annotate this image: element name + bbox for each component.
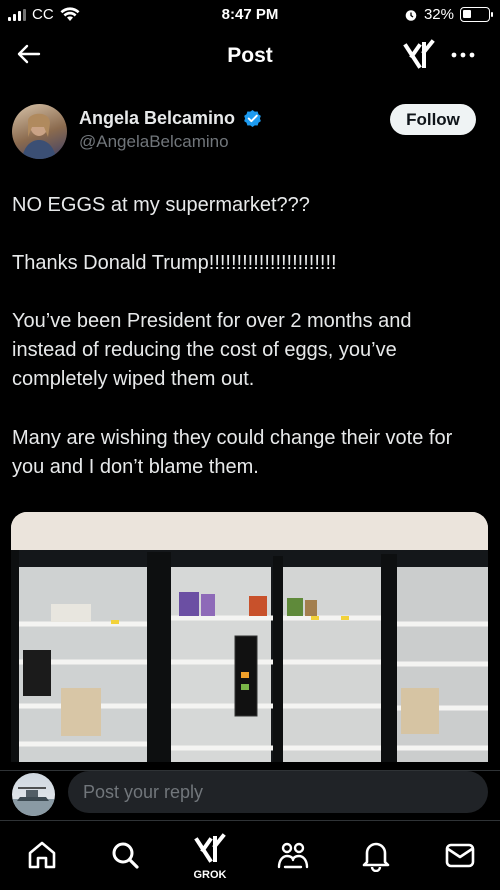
post-text-line: NO EGGS at my supermarket??? xyxy=(12,194,310,216)
avatar[interactable] xyxy=(12,104,67,159)
messages-icon[interactable] xyxy=(443,838,477,872)
alarm-icon xyxy=(405,9,417,21)
communities-icon[interactable] xyxy=(276,838,310,872)
grok-icon[interactable] xyxy=(402,38,436,72)
tab-bar xyxy=(0,820,500,890)
battery-icon xyxy=(460,7,493,22)
post-text-line: You’ve been President for over 2 months … xyxy=(12,310,412,332)
search-icon[interactable] xyxy=(108,838,142,872)
post-text-line: Many are wishing they could change their… xyxy=(12,427,453,449)
post-text-line: you and I don’t blame them. xyxy=(12,456,259,478)
author-handle[interactable]: @AngelaBelcamino xyxy=(79,132,229,152)
post-text-line: Thanks Donald Trump!!!!!!!!!!!!!!!!!!!!!… xyxy=(12,252,337,274)
post-text-line: completely wiped them out. xyxy=(12,368,255,390)
post-text-line: instead of reducing the cost of eggs, yo… xyxy=(12,339,397,361)
reply-input[interactable]: Post your reply xyxy=(68,771,488,813)
status-right: 32% xyxy=(404,6,493,23)
verified-badge-icon xyxy=(243,109,262,128)
grok-icon[interactable] xyxy=(193,832,227,866)
author-name[interactable]: Angela Belcamino xyxy=(79,108,235,129)
grok-label[interactable]: GROK xyxy=(185,869,235,881)
home-icon[interactable] xyxy=(25,838,59,872)
battery-percent: 32% xyxy=(423,6,454,23)
post-image[interactable] xyxy=(11,512,488,762)
reply-avatar[interactable] xyxy=(12,773,55,816)
notifications-icon[interactable] xyxy=(359,838,393,873)
status-bar: CC 8:47 PM 32% xyxy=(0,0,500,30)
more-icon[interactable] xyxy=(450,46,476,62)
follow-button[interactable]: Follow xyxy=(390,104,476,135)
